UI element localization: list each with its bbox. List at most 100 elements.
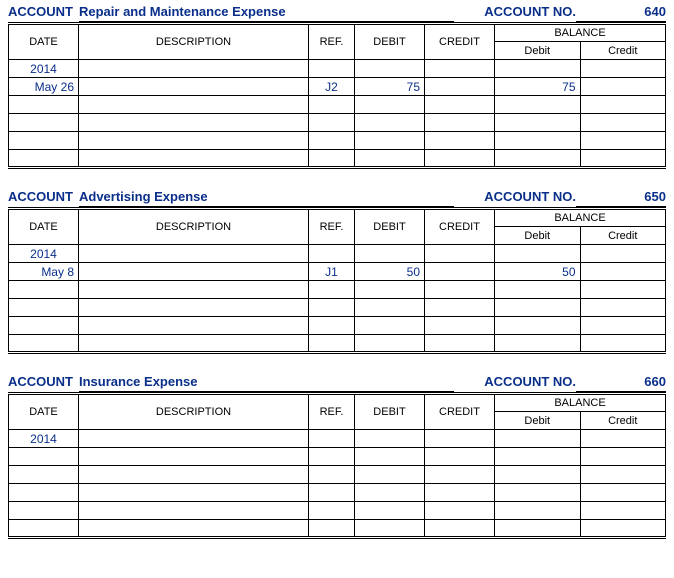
balance-credit-cell (580, 78, 666, 96)
balance-credit-cell (580, 484, 666, 502)
col-ref: REF. (309, 394, 355, 430)
balance-debit-cell (495, 484, 581, 502)
debit-cell (355, 520, 425, 538)
table-row: May 8J15050 (9, 263, 666, 281)
date-cell (9, 502, 79, 520)
credit-cell (425, 150, 495, 168)
col-description: DESCRIPTION (79, 209, 309, 245)
credit-cell (425, 263, 495, 281)
ref-cell (309, 299, 355, 317)
table-row (9, 96, 666, 114)
balance-credit-cell (580, 114, 666, 132)
balance-debit-cell (495, 114, 581, 132)
col-ref: REF. (309, 209, 355, 245)
table-row (9, 114, 666, 132)
account-number: 650 (576, 189, 666, 207)
description-cell (79, 502, 309, 520)
date-cell (9, 466, 79, 484)
credit-cell (425, 281, 495, 299)
credit-cell (425, 114, 495, 132)
ref-cell (309, 132, 355, 150)
date-cell (9, 281, 79, 299)
balance-credit-cell (580, 281, 666, 299)
balance-credit-cell (580, 466, 666, 484)
ledger-title-row: ACCOUNTRepair and Maintenance ExpenseACC… (8, 4, 666, 22)
credit-cell (425, 466, 495, 484)
account-name: Advertising Expense (79, 189, 454, 207)
balance-debit-cell: 75 (495, 78, 581, 96)
credit-cell (425, 78, 495, 96)
date-cell (9, 520, 79, 538)
balance-debit-cell (495, 335, 581, 353)
year-cell: 2014 (9, 430, 79, 448)
table-row (9, 281, 666, 299)
date-cell (9, 299, 79, 317)
debit-cell (355, 114, 425, 132)
year-row: 2014 (9, 60, 666, 78)
credit-cell (425, 502, 495, 520)
balance-debit-cell (495, 317, 581, 335)
balance-debit-cell (495, 448, 581, 466)
account-number: 660 (576, 374, 666, 392)
description-cell (79, 263, 309, 281)
table-row (9, 466, 666, 484)
date-cell (9, 114, 79, 132)
credit-cell (425, 335, 495, 353)
account-number: 640 (576, 4, 666, 22)
account-label: ACCOUNT (8, 189, 73, 204)
balance-debit-cell (495, 502, 581, 520)
date-cell (9, 150, 79, 168)
ref-cell (309, 502, 355, 520)
year-row: 2014 (9, 430, 666, 448)
col-description: DESCRIPTION (79, 394, 309, 430)
credit-cell (425, 299, 495, 317)
balance-credit-cell (580, 263, 666, 281)
description-cell (79, 448, 309, 466)
credit-cell (425, 520, 495, 538)
account-no-label: ACCOUNT NO. (484, 189, 576, 204)
table-row (9, 484, 666, 502)
balance-credit-cell (580, 96, 666, 114)
col-balance: BALANCE (495, 209, 666, 227)
description-cell (79, 466, 309, 484)
ledger-title-row: ACCOUNT Advertising Expense ACCOUNT NO.650 (8, 189, 666, 207)
balance-credit-cell (580, 299, 666, 317)
balance-debit-cell (495, 520, 581, 538)
date-cell (9, 317, 79, 335)
description-cell (79, 520, 309, 538)
year-cell: 2014 (9, 60, 79, 78)
description-cell (79, 132, 309, 150)
ref-cell (309, 150, 355, 168)
debit-cell (355, 299, 425, 317)
balance-credit-cell (580, 502, 666, 520)
ref-cell (309, 281, 355, 299)
account-label: ACCOUNT (8, 374, 73, 389)
col-debit: DEBIT (355, 394, 425, 430)
balance-debit-cell (495, 150, 581, 168)
col-balance: BALANCE (495, 24, 666, 42)
credit-cell (425, 484, 495, 502)
col-ref: REF. (309, 24, 355, 60)
col-date: DATE (9, 394, 79, 430)
date-cell (9, 484, 79, 502)
col-date: DATE (9, 24, 79, 60)
ref-cell: J2 (309, 78, 355, 96)
credit-cell (425, 317, 495, 335)
debit-cell (355, 317, 425, 335)
ref-cell (309, 484, 355, 502)
balance-credit-cell (580, 448, 666, 466)
ref-cell (309, 96, 355, 114)
header-row-1: DATEDESCRIPTIONREF.DEBITCREDITBALANCE (9, 24, 666, 42)
date-cell (9, 132, 79, 150)
ref-cell: J1 (309, 263, 355, 281)
ref-cell (309, 520, 355, 538)
credit-cell (425, 96, 495, 114)
account-no-label: ACCOUNT NO. (484, 374, 576, 389)
col-description: DESCRIPTION (79, 24, 309, 60)
debit-cell (355, 466, 425, 484)
ledger-account: ACCOUNT Advertising Expense ACCOUNT NO.650… (8, 189, 666, 354)
ledger-title-row: ACCOUNTInsurance ExpenseACCOUNT NO.660 (8, 374, 666, 392)
table-row: May 26J27575 (9, 78, 666, 96)
debit-cell: 75 (355, 78, 425, 96)
col-balance-debit: Debit (495, 42, 581, 60)
